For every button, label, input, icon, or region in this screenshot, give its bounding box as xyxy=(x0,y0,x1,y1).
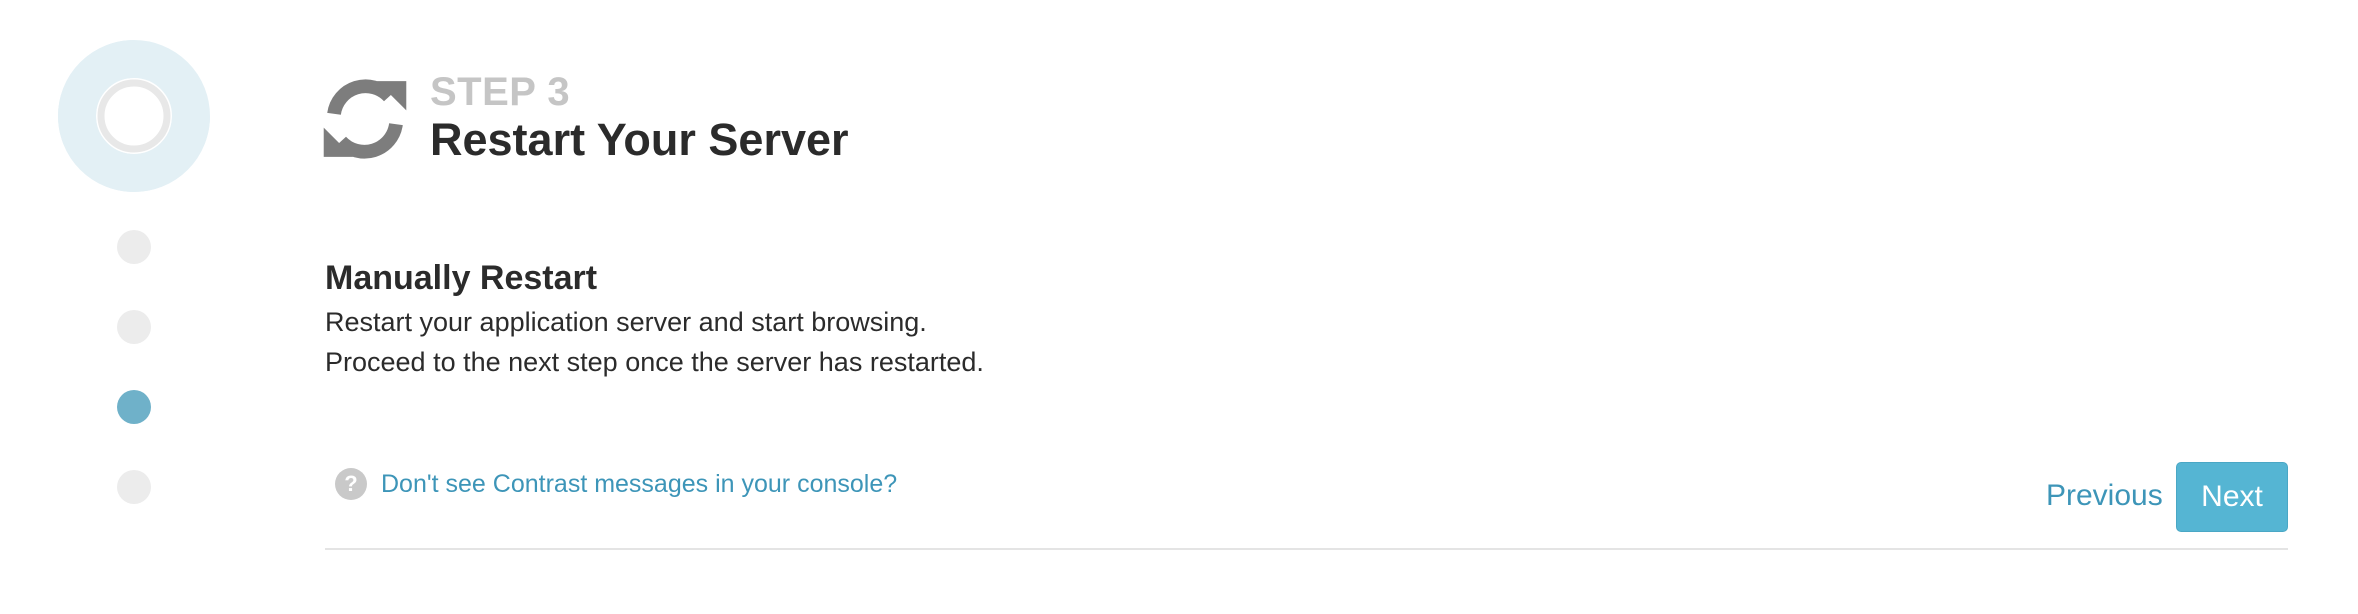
setup-wizard-page: STEP 3 Restart Your Server Manually Rest… xyxy=(0,0,2358,614)
section-heading: Manually Restart xyxy=(325,259,598,297)
step-indicator-3-active xyxy=(117,390,151,424)
step-number: STEP 3 xyxy=(430,70,571,114)
progress-ring xyxy=(58,40,210,192)
instruction-text: Proceed to the next step once the server… xyxy=(325,347,984,377)
divider xyxy=(325,548,2288,550)
next-button[interactable]: Next xyxy=(2176,462,2288,532)
step-indicator-2 xyxy=(117,310,151,344)
refresh-icon xyxy=(323,79,407,159)
help-link-row[interactable]: ? Don't see Contrast messages in your co… xyxy=(335,468,897,500)
step-indicator-1 xyxy=(117,230,151,264)
step-indicator-4 xyxy=(117,470,151,504)
instruction-text: Restart your application server and star… xyxy=(325,307,927,337)
troubleshoot-link[interactable]: Don't see Contrast messages in your cons… xyxy=(381,470,897,499)
page-title: Restart Your Server xyxy=(430,114,849,165)
previous-button[interactable]: Previous xyxy=(2046,476,2163,516)
question-icon: ? xyxy=(335,468,367,500)
